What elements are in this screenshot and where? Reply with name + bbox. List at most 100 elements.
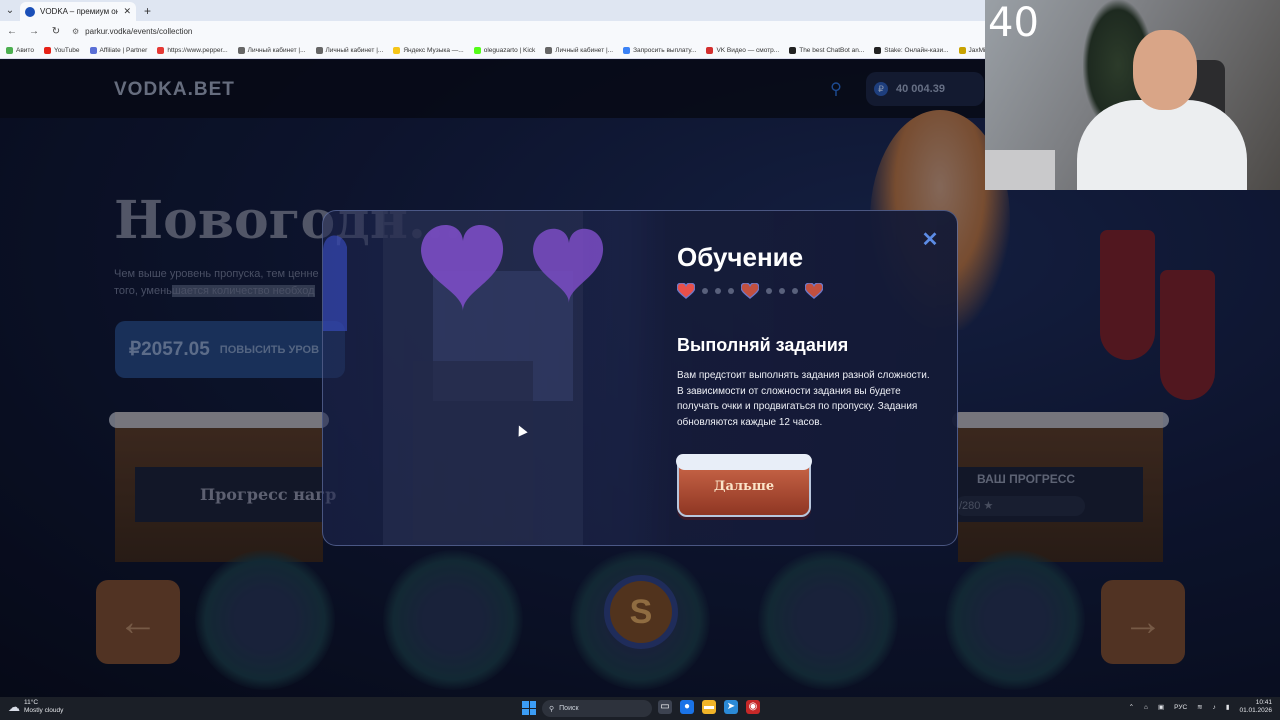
site-info-icon[interactable]: ⚙ bbox=[72, 27, 79, 36]
jaxminer-icon bbox=[958, 46, 966, 54]
cloud-icon: ☁ bbox=[8, 700, 20, 714]
step-heart-icon bbox=[805, 283, 823, 299]
browser-tab-bar: ⌄ VODKA – премиум онлайн-ка ✕ + bbox=[0, 0, 985, 22]
bookmark-label: Запросить выплату... bbox=[633, 46, 697, 54]
chatbot-icon bbox=[789, 46, 797, 54]
modal-title: Обучение bbox=[677, 242, 804, 272]
step-dot bbox=[702, 288, 708, 294]
streamer-shirt-image bbox=[1077, 100, 1247, 190]
forward-arrow-icon[interactable]: → bbox=[28, 26, 40, 37]
clock-date: 01.01.2026 bbox=[1239, 707, 1272, 714]
browser-tab-active[interactable]: VODKA – премиум онлайн-ка ✕ bbox=[20, 1, 136, 22]
bookmark-label: The best ChatBot an... bbox=[799, 46, 865, 54]
bookmark-item[interactable]: Личный кабинет |... bbox=[237, 46, 306, 54]
reload-icon[interactable]: ↻ bbox=[50, 26, 62, 37]
tab-search-chevron-icon[interactable]: ⌄ bbox=[0, 5, 20, 16]
bookmark-label: Яндекс Музыка —... bbox=[403, 46, 464, 54]
bookmark-item[interactable]: oleguazarto | Kick bbox=[473, 46, 536, 54]
step-heart-active-icon bbox=[677, 283, 695, 299]
tray-chevron-icon[interactable]: ⌃ bbox=[1129, 703, 1134, 711]
tutorial-modal: Обучение Выполняй задания Вам предстоит … bbox=[322, 210, 958, 546]
bookmark-item[interactable]: Stake: Онлайн-кази... bbox=[874, 46, 949, 54]
bookmark-item[interactable]: JaxMiner bbox=[958, 46, 986, 54]
modal-description: Вам предстоит выполнять задания разной с… bbox=[677, 370, 930, 428]
step-dot bbox=[792, 288, 798, 294]
back-arrow-icon[interactable]: ← bbox=[6, 26, 18, 37]
browser-nav-bar: ← → ↻ ⚙ parkur.vodka/events/collection bbox=[0, 21, 985, 42]
chrome-icon[interactable]: ● bbox=[680, 700, 694, 714]
streamer-face-image bbox=[1133, 30, 1197, 110]
wifi-icon[interactable]: ≋ bbox=[1197, 703, 1202, 711]
tab-close-icon[interactable]: ✕ bbox=[123, 6, 131, 17]
vodka-favicon-icon bbox=[25, 6, 35, 17]
bookmarks-bar: Авито YouTube Affiliate | Partner https://w… bbox=[0, 42, 985, 59]
close-icon[interactable]: ✕ bbox=[919, 229, 941, 251]
globe-icon bbox=[237, 46, 245, 54]
bookmark-item[interactable]: The best ChatBot an... bbox=[789, 46, 865, 54]
battery-icon[interactable]: ▮ bbox=[1226, 703, 1230, 711]
bookmark-item[interactable]: Яндекс Музыка —... bbox=[393, 46, 464, 54]
yandex-music-icon bbox=[393, 46, 401, 54]
bookmark-item[interactable]: Авито bbox=[6, 46, 34, 54]
bookmark-label: Affiliate | Partner bbox=[99, 46, 148, 54]
desk-image bbox=[985, 150, 1055, 190]
avito-icon bbox=[6, 46, 13, 54]
step-dot bbox=[766, 288, 772, 294]
bookmark-label: Личный кабинет |... bbox=[325, 46, 384, 54]
obs-icon[interactable]: ◉ bbox=[746, 700, 760, 714]
bookmark-item[interactable]: YouTube bbox=[43, 46, 80, 54]
bookmark-label: JaxMiner bbox=[968, 46, 986, 54]
payout-icon bbox=[623, 46, 631, 54]
language-indicator[interactable]: РУС bbox=[1174, 704, 1187, 711]
address-bar[interactable]: ⚙ parkur.vodka/events/collection bbox=[72, 24, 979, 40]
bookmark-label: Stake: Онлайн-кази... bbox=[884, 46, 949, 54]
taskbar-clock[interactable]: 10:41 01.01.2026 bbox=[1239, 699, 1272, 715]
network-icon[interactable]: ⌂ bbox=[1144, 704, 1148, 711]
webcam-overlay: 40 bbox=[985, 0, 1280, 190]
file-explorer-icon[interactable]: ▬ bbox=[702, 700, 716, 714]
tutorial-illustration bbox=[323, 211, 604, 545]
weather-widget[interactable]: ☁ 11°C Mostly cloudy bbox=[8, 699, 63, 715]
bookmark-label: oleguazarto | Kick bbox=[483, 46, 536, 54]
system-tray: ⌃ ⌂ ▣ РУС ≋ ♪ ▮ 10:41 01.01.2026 bbox=[1129, 699, 1272, 715]
bookmark-item[interactable]: Личный кабинет |... bbox=[315, 46, 384, 54]
next-button-label: Дальше bbox=[713, 479, 775, 494]
volume-icon[interactable]: ♪ bbox=[1213, 704, 1216, 711]
taskbar-search[interactable]: ⚲ Поиск bbox=[542, 700, 652, 717]
windows-taskbar: ☁ 11°C Mostly cloudy ⚲ Поиск ▭ ● ▬ ➤ ◉ ⌃… bbox=[0, 697, 1280, 720]
bookmark-item[interactable]: Запросить выплату... bbox=[623, 46, 697, 54]
taskbar-apps: ▭ ● ▬ ➤ ◉ bbox=[658, 700, 760, 714]
step-heart-icon bbox=[741, 283, 759, 299]
bookmark-item[interactable]: Личный кабинет |... bbox=[545, 46, 613, 54]
windows-start-icon[interactable] bbox=[522, 701, 536, 715]
kick-icon bbox=[473, 46, 481, 54]
stake-icon bbox=[874, 46, 882, 54]
pepper-icon bbox=[157, 46, 165, 54]
globe-icon bbox=[545, 46, 553, 54]
globe-icon bbox=[315, 46, 323, 54]
telegram-icon[interactable]: ➤ bbox=[724, 700, 738, 714]
tutorial-step-indicator bbox=[677, 283, 823, 299]
screen: ⌄ VODKA – премиум онлайн-ка ✕ + ← → ↻ ⚙ … bbox=[0, 0, 1280, 720]
bookmark-item[interactable]: VK Видео — смотр... bbox=[706, 46, 779, 54]
task-view-icon[interactable]: ▭ bbox=[658, 700, 672, 714]
webcam-counter: 40 bbox=[988, 0, 1039, 46]
vk-icon bbox=[706, 46, 714, 54]
bookmark-label: https://www.pepper... bbox=[167, 46, 228, 54]
weather-condition: Mostly cloudy bbox=[24, 707, 64, 714]
bookmark-item[interactable]: https://www.pepper... bbox=[157, 46, 228, 54]
clock-time: 10:41 bbox=[1255, 699, 1272, 706]
step-dot bbox=[779, 288, 785, 294]
modal-subtitle: Выполняй задания bbox=[677, 335, 849, 355]
bookmark-item[interactable]: Affiliate | Partner bbox=[89, 46, 148, 54]
affiliate-icon bbox=[89, 46, 97, 54]
step-dot bbox=[728, 288, 734, 294]
bookmark-label: YouTube bbox=[53, 46, 80, 54]
new-tab-button[interactable]: + bbox=[144, 4, 151, 18]
next-button[interactable]: Дальше bbox=[676, 454, 812, 517]
step-dot bbox=[715, 288, 721, 294]
snow-cap bbox=[676, 454, 812, 470]
address-url: parkur.vodka/events/collection bbox=[85, 27, 193, 36]
tray-app-icon[interactable]: ▣ bbox=[1158, 703, 1164, 711]
bookmark-label: Авито bbox=[16, 46, 34, 54]
